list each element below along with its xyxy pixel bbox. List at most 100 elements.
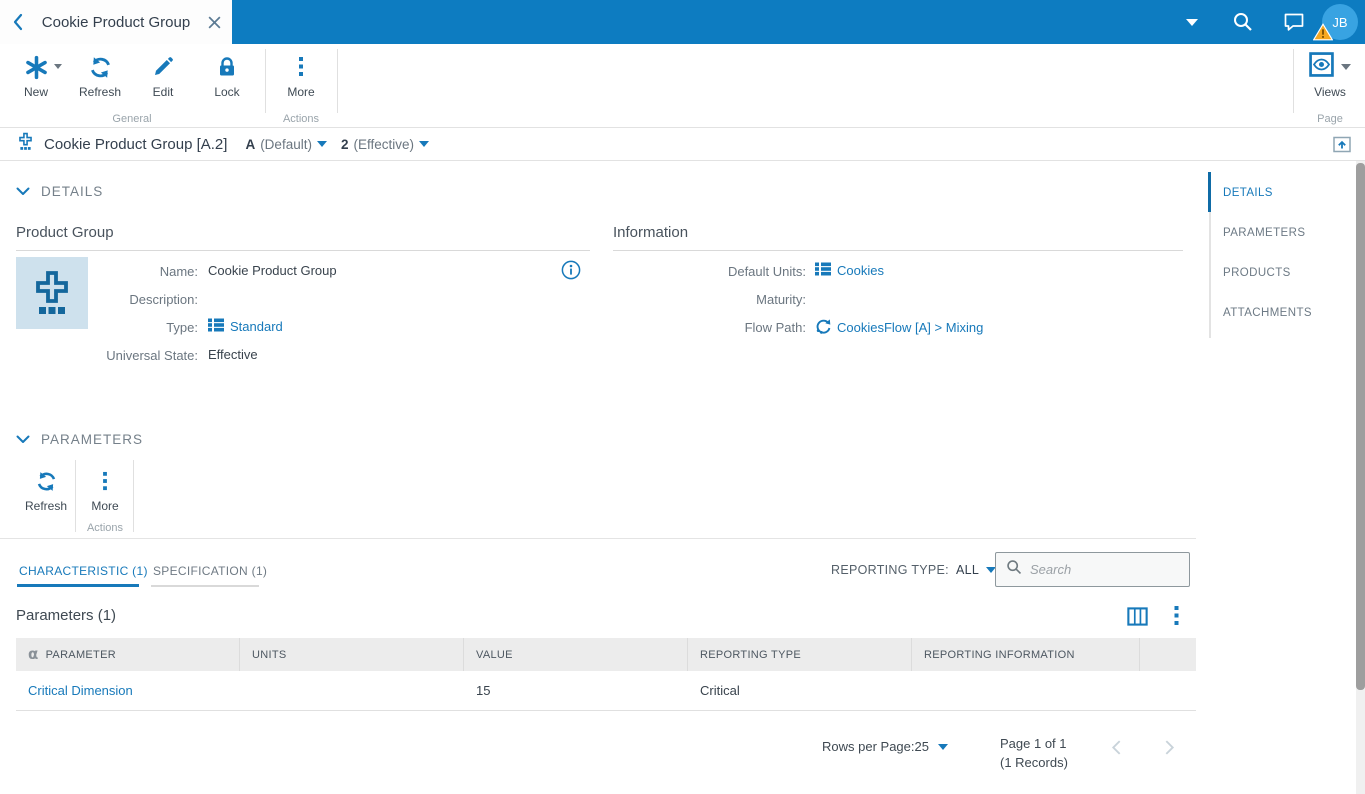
views-eye-icon [1309, 52, 1334, 82]
version-caret-icon [419, 141, 429, 147]
section-divider [0, 538, 1196, 539]
more-actions-button[interactable]: More [272, 52, 330, 99]
column-header-value[interactable]: VALUE [464, 638, 688, 671]
table-row[interactable]: Critical Dimension 15 Critical [16, 671, 1196, 711]
parameters-table-title: Parameters (1) [16, 607, 117, 624]
list-icon [208, 318, 224, 335]
type-label: Type: [166, 320, 198, 335]
views-dropdown-caret-icon[interactable] [1341, 64, 1351, 70]
table-more-dots-icon[interactable] [1173, 605, 1180, 627]
page-info: Page 1 of 1 (1 Records) [1000, 734, 1068, 772]
column-header-reporting-type[interactable]: REPORTING TYPE [688, 638, 912, 671]
flow-path-value[interactable]: CookiesFlow [A] > Mixing [815, 318, 983, 337]
refresh-icon [17, 466, 75, 496]
global-search-icon[interactable] [1231, 10, 1255, 34]
parameters-search[interactable] [995, 552, 1190, 587]
rows-per-page-caret-icon [937, 743, 948, 750]
column-header-actions [1140, 638, 1196, 671]
information-subheader: Information [613, 224, 1183, 251]
group-label-actions: Actions [282, 113, 320, 125]
details-section-title: DETAILS [41, 184, 104, 199]
default-units-value[interactable]: Cookies [815, 262, 884, 279]
product-group-subheader: Product Group [16, 224, 590, 251]
previous-page-icon[interactable] [1111, 739, 1122, 756]
refresh-button[interactable]: Refresh [71, 52, 129, 99]
group-label-general: General [112, 113, 152, 125]
new-asterisk-icon [7, 52, 65, 82]
record-header-bar: Cookie Product Group [A.2] A (Default) 2… [0, 128, 1365, 161]
scrollbar-thumb[interactable] [1356, 163, 1365, 690]
cell-units [240, 671, 464, 710]
column-header-parameter[interactable]: α PARAMETER [16, 638, 240, 671]
cell-reporting-type: Critical [700, 683, 740, 698]
edit-button[interactable]: Edit [134, 52, 192, 99]
toolbar-separator [133, 460, 134, 532]
flow-icon [815, 318, 831, 337]
reporting-type-filter[interactable]: REPORTING TYPE: ALL [831, 563, 997, 577]
product-group-icon [16, 132, 35, 156]
sidebar-item-attachments[interactable]: ATTACHMENTS [1223, 307, 1312, 319]
group-label-page: Page [1317, 113, 1343, 125]
top-bar: Cookie Product Group JB [0, 0, 1365, 44]
default-units-label: Default Units: [727, 264, 806, 279]
table-header-row: α PARAMETER UNITS VALUE REPORTING TYPE R… [16, 638, 1196, 671]
records-label: (1 Records) [1000, 755, 1068, 770]
sidebar-item-products[interactable]: PRODUCTS [1223, 267, 1291, 279]
tab-specification[interactable]: SPECIFICATION (1) [153, 564, 267, 578]
close-tab-icon[interactable] [207, 15, 222, 30]
lock-icon [198, 52, 256, 82]
messages-icon[interactable] [1282, 10, 1306, 34]
group-label-actions: Actions [86, 522, 124, 534]
back-chevron-icon[interactable] [11, 12, 25, 32]
search-icon [1006, 559, 1022, 580]
column-header-reporting-information[interactable]: REPORTING INFORMATION [912, 638, 1140, 671]
universal-state-value: Effective [208, 347, 258, 362]
section-nav-active-indicator [1208, 172, 1211, 212]
views-button[interactable]: Views [1301, 52, 1359, 99]
next-page-icon[interactable] [1164, 739, 1175, 756]
type-value[interactable]: Standard [208, 318, 283, 335]
list-icon [815, 262, 831, 279]
refresh-icon [71, 52, 129, 82]
flow-path-label: Flow Path: [744, 320, 806, 335]
page-label: Page 1 of 1 [1000, 736, 1067, 751]
name-value: Cookie Product Group [208, 263, 337, 278]
parameter-link[interactable]: Critical Dimension [28, 683, 133, 698]
info-icon[interactable] [561, 260, 581, 285]
cell-actions [1140, 671, 1196, 710]
rows-per-page-selector[interactable]: Rows per Page:25 [822, 739, 948, 754]
app-window: Cookie Product Group JB New Refresh Edit… [0, 0, 1365, 794]
new-button[interactable]: New [7, 52, 65, 99]
scrollbar-track[interactable] [1356, 161, 1365, 794]
cell-value: 15 [476, 683, 491, 698]
record-title: Cookie Product Group [A.2] [44, 135, 228, 153]
warning-badge-icon[interactable] [1312, 23, 1334, 46]
tab-title: Cookie Product Group [41, 13, 191, 31]
search-input[interactable] [1030, 562, 1170, 577]
parameters-more-button[interactable]: More [76, 466, 134, 513]
revision-caret-icon [316, 141, 327, 147]
more-dots-icon [76, 466, 134, 496]
parameters-table: α PARAMETER UNITS VALUE REPORTING TYPE R… [16, 638, 1196, 711]
column-header-units[interactable]: UNITS [240, 638, 464, 671]
lock-button[interactable]: Lock [198, 52, 256, 99]
revision-selector[interactable]: A (Default) [245, 137, 327, 152]
universal-state-label: Universal State: [106, 348, 198, 363]
parameters-section-toggle[interactable]: PARAMETERS [16, 432, 143, 447]
sidebar-item-parameters[interactable]: PARAMETERS [1223, 227, 1305, 239]
cell-reporting-information [912, 671, 1140, 710]
tab-specification-underline [151, 585, 259, 587]
parameters-refresh-button[interactable]: Refresh [17, 466, 75, 513]
details-section-toggle[interactable]: DETAILS [16, 184, 103, 199]
column-chooser-icon[interactable] [1127, 607, 1148, 626]
record-tab[interactable]: Cookie Product Group [0, 0, 232, 44]
topbar-dropdown-caret-icon[interactable] [1186, 19, 1198, 26]
collapse-panel-icon[interactable] [1333, 136, 1351, 153]
tab-characteristic[interactable]: CHARACTERISTIC (1) [19, 564, 148, 578]
version-selector[interactable]: 2 (Effective) [341, 137, 429, 152]
toolbar-separator [337, 49, 338, 113]
new-dropdown-caret-icon[interactable] [54, 64, 62, 69]
alpha-sort-icon: α [28, 645, 39, 663]
description-label: Description: [129, 292, 198, 307]
sidebar-item-details[interactable]: DETAILS [1223, 187, 1273, 199]
